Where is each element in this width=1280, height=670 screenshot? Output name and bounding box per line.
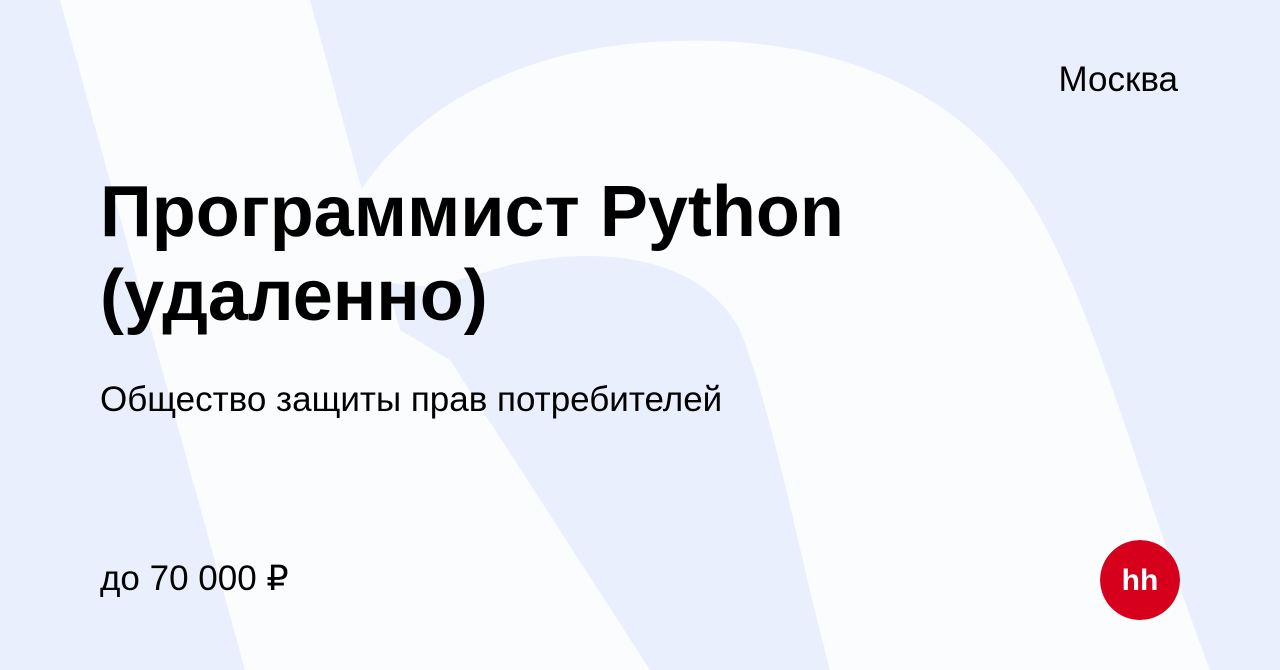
salary-label: до 70 000 ₽: [100, 559, 289, 598]
vacancy-card: Москва Программист Python (удаленно) Общ…: [0, 0, 1280, 670]
vacancy-title: Программист Python (удаленно): [100, 172, 844, 336]
hh-logo-icon: hh: [1100, 540, 1180, 620]
city-label: Москва: [1058, 60, 1179, 99]
company-name: Общество защиты прав потребителей: [100, 380, 723, 419]
hh-logo-text: hh: [1122, 564, 1159, 597]
